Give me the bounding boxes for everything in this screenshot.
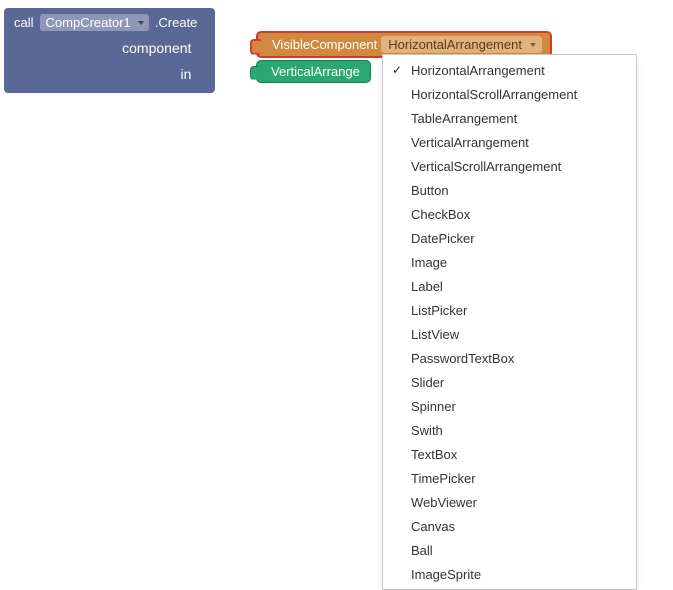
menu-item-label: PasswordTextBox	[405, 351, 514, 366]
menu-item[interactable]: DatePicker	[383, 226, 636, 250]
object-dropdown[interactable]: CompCreator1	[40, 14, 149, 31]
menu-item[interactable]: TableArrangement	[383, 106, 636, 130]
menu-item[interactable]: Swith	[383, 418, 636, 442]
menu-item-label: DatePicker	[405, 231, 475, 246]
menu-item-label: VerticalArrangement	[405, 135, 529, 150]
menu-item[interactable]: Ball	[383, 538, 636, 562]
menu-item[interactable]: Label	[383, 274, 636, 298]
menu-item[interactable]: TimePicker	[383, 466, 636, 490]
menu-item-label: Swith	[405, 423, 443, 438]
menu-item-label: TimePicker	[405, 471, 476, 486]
component-dropdown-menu: ✓HorizontalArrangement HorizontalScrollAr…	[382, 54, 637, 590]
menu-item-label: ListView	[405, 327, 459, 342]
menu-item[interactable]: ListPicker	[383, 298, 636, 322]
menu-item[interactable]: ✓HorizontalArrangement	[383, 58, 636, 82]
menu-item-label: Image	[405, 255, 447, 270]
menu-item[interactable]: Button	[383, 178, 636, 202]
vertical-arrangement-label: VerticalArrange	[271, 64, 360, 79]
menu-item[interactable]: VerticalScrollArrangement	[383, 154, 636, 178]
menu-item-label: TableArrangement	[405, 111, 517, 126]
menu-item[interactable]: ImageSprite	[383, 562, 636, 586]
menu-item-label: Canvas	[405, 519, 455, 534]
visible-component-prefix: VisibleComponent	[272, 37, 377, 52]
visible-component-dropdown-label: HorizontalArrangement	[388, 37, 522, 52]
arg-row-component: component	[14, 35, 205, 61]
menu-item-label: Label	[405, 279, 443, 294]
menu-item[interactable]: HorizontalScrollArrangement	[383, 82, 636, 106]
arg-label-in: in	[181, 66, 206, 82]
method-suffix: .Create	[155, 15, 198, 30]
menu-item-label: ListPicker	[405, 303, 467, 318]
object-dropdown-label: CompCreator1	[46, 15, 131, 30]
arg-row-in: in	[14, 61, 205, 87]
menu-item-label: TextBox	[405, 447, 457, 462]
menu-item[interactable]: CheckBox	[383, 202, 636, 226]
menu-item-label: HorizontalArrangement	[405, 63, 545, 78]
menu-item[interactable]: Image	[383, 250, 636, 274]
menu-item-label: WebViewer	[405, 495, 477, 510]
menu-item-label: Slider	[405, 375, 444, 390]
menu-item[interactable]: Slider	[383, 370, 636, 394]
menu-item-label: CheckBox	[405, 207, 470, 222]
visible-component-dropdown[interactable]: HorizontalArrangement	[381, 36, 542, 53]
menu-item[interactable]: Spinner	[383, 394, 636, 418]
menu-item[interactable]: PasswordTextBox	[383, 346, 636, 370]
checkmark-icon: ✓	[389, 63, 405, 77]
vertical-arrangement-block[interactable]: VerticalArrange	[256, 60, 371, 83]
arg-label-component: component	[122, 40, 205, 56]
menu-item-label: Button	[405, 183, 449, 198]
menu-item[interactable]: ListView	[383, 322, 636, 346]
menu-item[interactable]: WebViewer	[383, 490, 636, 514]
call-keyword: call	[14, 15, 34, 30]
menu-item-label: Ball	[405, 543, 433, 558]
menu-item[interactable]: VerticalArrangement	[383, 130, 636, 154]
menu-item-label: Spinner	[405, 399, 456, 414]
menu-item-label: HorizontalScrollArrangement	[405, 87, 577, 102]
menu-item[interactable]: TextBox	[383, 442, 636, 466]
menu-item[interactable]: Canvas	[383, 514, 636, 538]
menu-item-label: VerticalScrollArrangement	[405, 159, 561, 174]
call-block[interactable]: call CompCreator1 .Create component in	[4, 8, 215, 93]
